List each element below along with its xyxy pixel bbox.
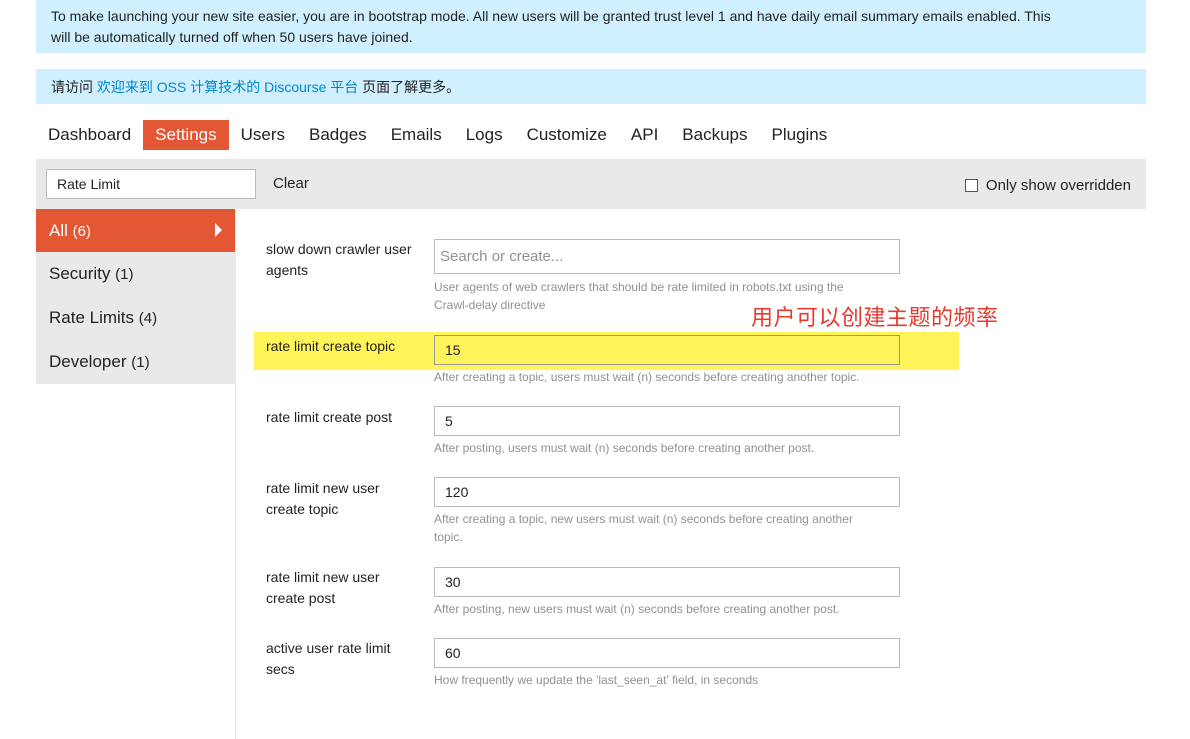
nav-settings[interactable]: Settings [143, 120, 228, 150]
setting-label: rate limit new user create topic [266, 478, 426, 520]
admin-nav: Dashboard Settings Users Badges Emails L… [36, 120, 839, 150]
setting-desc-line: After posting, users must wait (n) secon… [434, 439, 904, 457]
only-overridden-label: Only show overridden [986, 177, 1131, 194]
setting-desc-line: How frequently we update the 'last_seen_… [434, 671, 904, 689]
rate-limit-create-post-input[interactable]: 5 [434, 406, 900, 436]
bootstrap-mode-banner: To make launching your new site easier, … [36, 0, 1146, 53]
category-count: (1) [131, 354, 149, 371]
setting-desc-line: User agents of web crawlers that should … [434, 278, 904, 296]
setting-description: After creating a topic, new users must w… [434, 510, 904, 546]
setting-label-line: create topic [266, 499, 426, 520]
category-rate-limits[interactable]: Rate Limits (4) [36, 296, 235, 340]
setting-label-line: rate limit new user [266, 567, 426, 588]
welcome-banner: 请访问 欢迎来到 OSS 计算技术的 Discourse 平台 页面了解更多。 [36, 69, 1146, 104]
settings-filter-bar: Rate Limit Clear Only show overridden [36, 159, 1146, 209]
only-overridden-checkbox[interactable] [965, 179, 978, 192]
clear-filter-button[interactable]: Clear [273, 169, 309, 199]
setting-label-line: secs [266, 659, 426, 680]
category-label: Rate Limits [49, 308, 134, 327]
setting-label: rate limit create topic [266, 336, 426, 357]
rate-limit-create-topic-input[interactable]: 15 [434, 335, 900, 365]
nav-emails[interactable]: Emails [379, 120, 454, 150]
nav-users[interactable]: Users [229, 120, 297, 150]
caret-right-icon [215, 223, 222, 237]
category-count: (4) [139, 310, 157, 327]
setting-label-line: agents [266, 260, 426, 281]
settings-category-sidebar: All (6) Security (1) Rate Limits (4) Dev… [36, 209, 235, 384]
setting-desc-line: topic. [434, 528, 904, 546]
setting-description: How frequently we update the 'last_seen_… [434, 671, 904, 689]
category-label: All [49, 221, 68, 240]
nav-dashboard[interactable]: Dashboard [36, 120, 143, 150]
setting-desc-line: After creating a topic, new users must w… [434, 510, 904, 528]
setting-label: slow down crawler user agents [266, 239, 426, 281]
setting-description: After posting, new users must wait (n) s… [434, 600, 904, 618]
category-all[interactable]: All (6) [36, 209, 235, 252]
setting-label-line: active user rate limit [266, 638, 426, 659]
category-count: (6) [73, 223, 91, 240]
category-label: Security [49, 264, 110, 283]
nav-plugins[interactable]: Plugins [760, 120, 840, 150]
setting-label: rate limit new user create post [266, 567, 426, 609]
nav-backups[interactable]: Backups [670, 120, 759, 150]
category-security[interactable]: Security (1) [36, 252, 235, 296]
welcome-prefix: 请访问 [51, 79, 97, 95]
category-count: (1) [115, 266, 133, 283]
bootstrap-banner-line1: To make launching your new site easier, … [51, 6, 1131, 27]
setting-label: rate limit create post [266, 407, 426, 428]
setting-desc-line: After posting, new users must wait (n) s… [434, 600, 904, 618]
welcome-suffix: 页面了解更多。 [358, 79, 460, 95]
nav-api[interactable]: API [619, 120, 670, 150]
nav-logs[interactable]: Logs [454, 120, 515, 150]
crawler-user-agents-input[interactable]: Search or create... [434, 239, 900, 274]
active-user-rate-limit-secs-input[interactable]: 60 [434, 638, 900, 668]
setting-desc-line: After creating a topic, users must wait … [434, 368, 904, 386]
annotation-text: 用户可以创建主题的频率 [751, 300, 999, 332]
settings-filter-input[interactable]: Rate Limit [46, 169, 256, 199]
setting-label-line: rate limit create topic [266, 336, 426, 357]
setting-label: active user rate limit secs [266, 638, 426, 680]
rate-limit-new-user-create-post-input[interactable]: 30 [434, 567, 900, 597]
setting-description: After creating a topic, users must wait … [434, 368, 904, 386]
setting-description: After posting, users must wait (n) secon… [434, 439, 904, 457]
setting-label-line: slow down crawler user [266, 239, 426, 260]
only-overridden-toggle[interactable]: Only show overridden [965, 177, 1131, 194]
nav-customize[interactable]: Customize [515, 120, 619, 150]
bootstrap-banner-line2: will be automatically turned off when 50… [51, 27, 1131, 48]
setting-label-line: rate limit create post [266, 407, 426, 428]
nav-badges[interactable]: Badges [297, 120, 379, 150]
category-developer[interactable]: Developer (1) [36, 340, 235, 384]
rate-limit-new-user-create-topic-input[interactable]: 120 [434, 477, 900, 507]
setting-label-line: create post [266, 588, 426, 609]
welcome-topic-link[interactable]: 欢迎来到 OSS 计算技术的 Discourse 平台 [97, 79, 358, 95]
content-divider [235, 209, 236, 739]
setting-label-line: rate limit new user [266, 478, 426, 499]
category-label: Developer [49, 352, 127, 371]
